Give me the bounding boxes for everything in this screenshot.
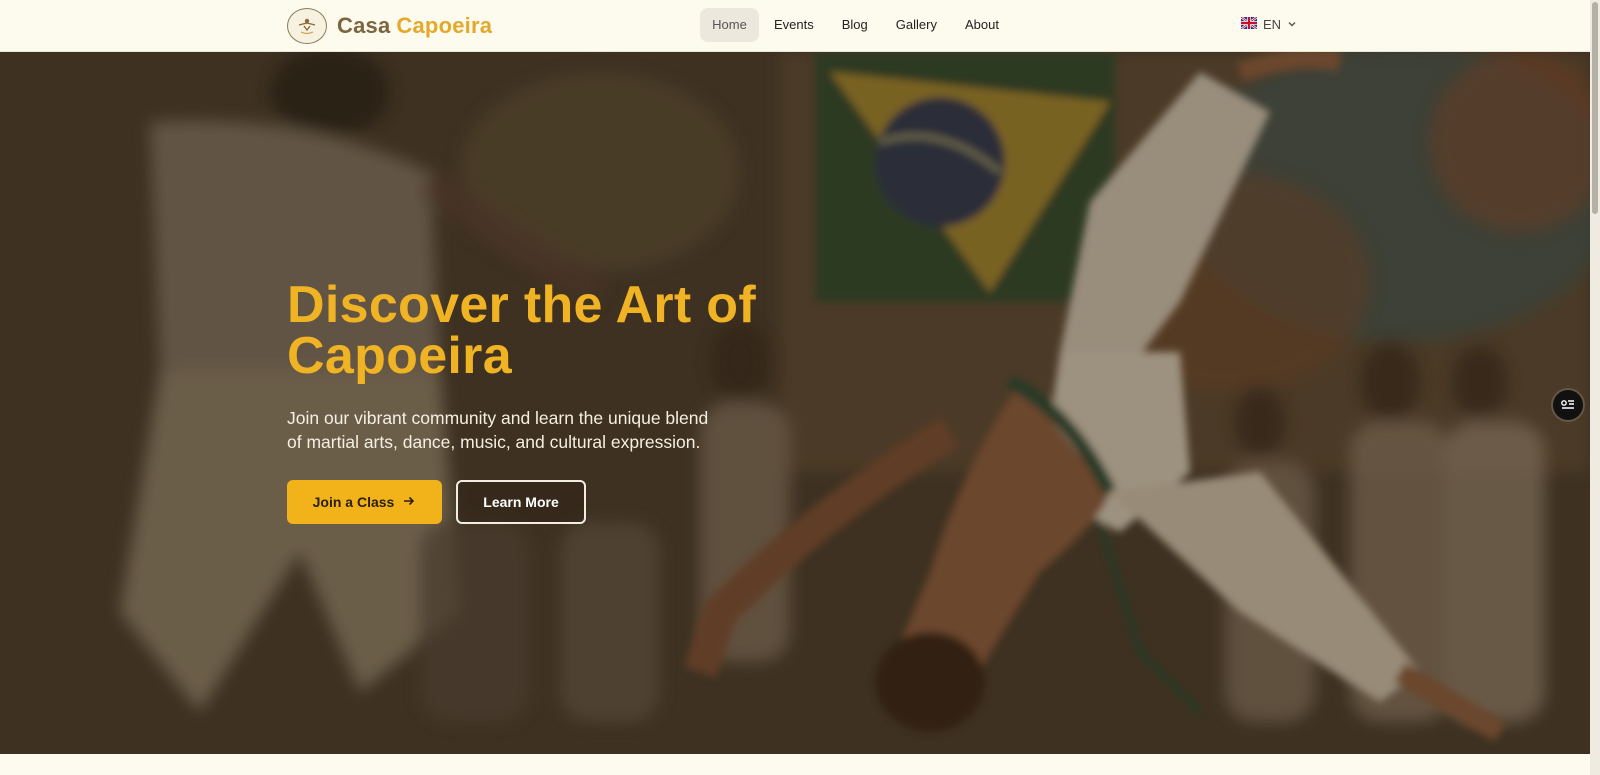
scrollbar-thumb[interactable] xyxy=(1592,2,1598,214)
hero-section: Discover the Art of Capoeira Join our vi… xyxy=(0,52,1590,754)
hero-overlay xyxy=(0,52,1590,754)
language-selector[interactable]: EN xyxy=(1240,16,1297,32)
nav-about[interactable]: About xyxy=(950,8,1012,42)
join-class-label: Join a Class xyxy=(312,494,395,510)
nav-home[interactable]: Home xyxy=(700,8,759,42)
hero-content: Discover the Art of Capoeira Join our vi… xyxy=(287,279,787,524)
brand-name: Casa Capoeira xyxy=(337,13,492,39)
logo-emblem-icon xyxy=(287,8,327,44)
arrow-right-icon xyxy=(402,494,416,511)
hero-title-line1: Discover the Art of xyxy=(287,276,756,334)
chevron-down-icon xyxy=(1287,17,1297,32)
accessibility-toggle-icon[interactable] xyxy=(1553,390,1583,420)
main-nav: Home Events Blog Gallery About xyxy=(700,8,1012,42)
hero-actions: Join a Class Learn More xyxy=(287,480,787,524)
brand-word-capoeira: Capoeira xyxy=(396,13,493,38)
nav-events[interactable]: Events xyxy=(759,8,827,42)
hero-title: Discover the Art of Capoeira xyxy=(287,279,787,385)
hero-subtitle: Join our vibrant community and learn the… xyxy=(287,408,709,452)
join-class-button[interactable]: Join a Class xyxy=(287,480,442,524)
learn-more-button[interactable]: Learn More xyxy=(456,480,586,524)
brand-logo-link[interactable]: Casa Capoeira xyxy=(287,8,492,44)
site-header: Casa Capoeira Home Events Blog Gallery Ab… xyxy=(0,0,1590,52)
nav-blog[interactable]: Blog xyxy=(827,8,881,42)
brand-word-casa: Casa xyxy=(337,13,391,38)
hero-title-line2: Capoeira xyxy=(287,327,512,385)
nav-gallery[interactable]: Gallery xyxy=(881,8,950,42)
page-scrollbar[interactable] xyxy=(1590,0,1600,775)
uk-flag-icon xyxy=(1240,16,1258,32)
language-code: EN xyxy=(1263,17,1282,32)
